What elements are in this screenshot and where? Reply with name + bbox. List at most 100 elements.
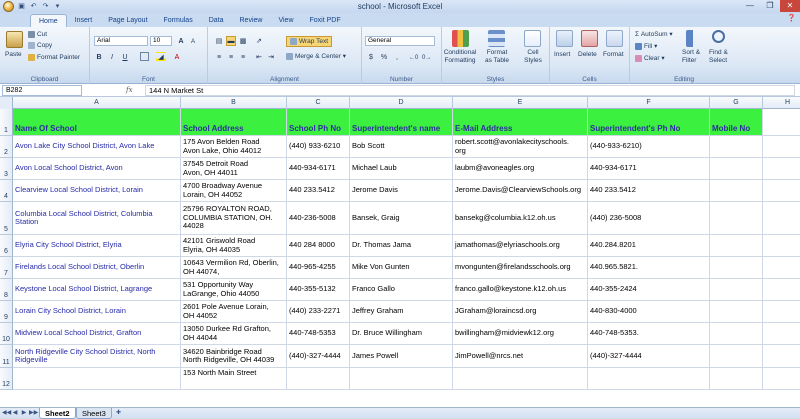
cell-d[interactable]: Bansek, Graig (350, 202, 453, 235)
cell-d[interactable] (350, 368, 453, 390)
fx-icon[interactable]: fx (90, 85, 140, 96)
column-header-f[interactable]: F (588, 97, 710, 109)
cell-a[interactable]: Columbia Local School District, Columbia… (13, 202, 181, 235)
header-cell-f[interactable]: Superintendent's Ph No (588, 109, 710, 136)
minimize-icon[interactable]: — (740, 0, 760, 12)
cell-f[interactable]: (440)-327-4444 (588, 345, 710, 368)
row-header[interactable]: 1 (0, 109, 13, 136)
row-header[interactable]: 11 (0, 345, 13, 368)
align-middle-icon[interactable]: ▬ (226, 36, 236, 46)
cell-e[interactable]: franco.gallo@keystone.k12.oh.us (453, 279, 588, 301)
orientation-icon[interactable]: ⇗ (254, 36, 264, 46)
cell-g[interactable] (710, 301, 763, 323)
cell-e[interactable]: laubm@avoneagles.org (453, 158, 588, 180)
cell-a[interactable]: Elyria City School District, Elyria (13, 235, 181, 257)
cell-g[interactable] (710, 368, 763, 390)
header-cell-g[interactable]: Mobile No (710, 109, 763, 136)
cell-g[interactable] (710, 202, 763, 235)
format-cells-icon[interactable] (606, 30, 623, 47)
conditional-formatting-button[interactable]: Conditional Formatting (443, 49, 477, 65)
column-header-d[interactable]: D (350, 97, 453, 109)
row-header[interactable]: 3 (0, 158, 13, 180)
increase-decimal-icon[interactable]: ←0 (408, 52, 418, 62)
tab-view[interactable]: View (270, 14, 301, 27)
comma-button[interactable]: , (392, 52, 402, 62)
cell-b[interactable]: 13050 Durkee Rd Grafton, OH 44044 (181, 323, 287, 345)
cell-styles-button[interactable]: Cell Styles (518, 49, 548, 65)
cell-d[interactable]: Mike Von Gunten (350, 257, 453, 279)
cell-e[interactable]: bansekg@columbia.k12.oh.us (453, 202, 588, 235)
cell-e[interactable]: mvongunten@firelandsschools.org (453, 257, 588, 279)
row-header[interactable]: 10 (0, 323, 13, 345)
row-header[interactable]: 12 (0, 368, 13, 390)
cell-b[interactable]: 175 Avon Belden Road Avon Lake, Ohio 440… (181, 136, 287, 158)
cut-button[interactable]: Cut (28, 31, 47, 39)
first-sheet-icon[interactable]: ◀◀ (2, 409, 11, 418)
cell-c[interactable]: 440-965-4255 (287, 257, 350, 279)
bold-button[interactable]: B (94, 52, 104, 62)
row-header[interactable]: 8 (0, 279, 13, 301)
increase-indent-icon[interactable]: ⇥ (266, 52, 276, 62)
cell-c[interactable]: (440) 233-2271 (287, 301, 350, 323)
cell-d[interactable]: James Powell (350, 345, 453, 368)
cell-h[interactable] (763, 301, 800, 323)
cell-g[interactable] (710, 323, 763, 345)
cell-e[interactable]: JimPowell@nrcs.net (453, 345, 588, 368)
align-bottom-icon[interactable]: ▩ (238, 36, 248, 46)
format-cells-button[interactable]: Format (603, 51, 624, 59)
header-cell-a[interactable]: Name Of School (13, 109, 181, 136)
currency-button[interactable]: $ (366, 52, 376, 62)
find-select-icon[interactable] (712, 30, 725, 43)
cell-a[interactable]: Lorain City School District, Lorain (13, 301, 181, 323)
last-sheet-icon[interactable]: ▶▶ (29, 409, 38, 418)
cell-c[interactable]: 440-934-6171 (287, 158, 350, 180)
fill-button[interactable]: Fill ▾ (635, 43, 657, 51)
align-top-icon[interactable]: ▤ (214, 36, 224, 46)
cell-f[interactable]: 440.965.5821. (588, 257, 710, 279)
header-cell-e[interactable]: E-Mail Address (453, 109, 588, 136)
cell-f[interactable]: 440-934-6171 (588, 158, 710, 180)
cell-a[interactable]: Avon Lake City School District, Avon Lak… (13, 136, 181, 158)
cell-f[interactable]: 440.284.8201 (588, 235, 710, 257)
font-color-icon[interactable]: A (172, 52, 182, 62)
find-select-button[interactable]: Find & Select (709, 49, 728, 65)
underline-button[interactable]: U (120, 52, 130, 62)
format-as-table-icon[interactable] (488, 30, 505, 47)
autosum-button[interactable]: Σ AutoSum ▾ (635, 31, 673, 39)
tab-home[interactable]: Home (30, 14, 67, 27)
cell-c[interactable]: 440-236-5008 (287, 202, 350, 235)
cell-h[interactable] (763, 279, 800, 301)
cell-h[interactable] (763, 180, 800, 202)
sheet-tab-sheet2[interactable]: Sheet2 (39, 408, 76, 419)
column-header-c[interactable]: C (287, 97, 350, 109)
cell-f[interactable] (588, 368, 710, 390)
cell-g[interactable] (710, 257, 763, 279)
align-left-icon[interactable]: ≡ (214, 52, 224, 62)
cell-d[interactable]: Franco Gallo (350, 279, 453, 301)
restore-icon[interactable]: ❐ (760, 0, 780, 12)
cell-g[interactable] (710, 279, 763, 301)
number-format-select[interactable]: General (365, 36, 435, 46)
column-header-a[interactable]: A (13, 97, 181, 109)
cell-d[interactable]: Michael Laub (350, 158, 453, 180)
cell-c[interactable]: 440-355-5132 (287, 279, 350, 301)
cell-b[interactable]: 531 Opportunity Way LaGrange, Ohio 44050 (181, 279, 287, 301)
name-box[interactable]: B282 (2, 85, 82, 96)
sort-filter-icon[interactable] (686, 30, 703, 47)
align-right-icon[interactable]: ≡ (238, 52, 248, 62)
tab-formulas[interactable]: Formulas (156, 14, 201, 27)
header-cell-h[interactable] (763, 109, 800, 136)
paste-icon[interactable] (6, 31, 23, 48)
borders-icon[interactable] (140, 52, 149, 61)
cell-b[interactable]: 25796 ROYALTON ROAD, COLUMBIA STATION, O… (181, 202, 287, 235)
cell-d[interactable]: Dr. Bruce Willingham (350, 323, 453, 345)
cell-h[interactable] (763, 345, 800, 368)
select-all-corner[interactable] (0, 97, 13, 109)
cell-c[interactable] (287, 368, 350, 390)
sort-filter-button[interactable]: Sort & Filter (682, 49, 700, 65)
column-header-e[interactable]: E (453, 97, 588, 109)
cell-h[interactable] (763, 323, 800, 345)
cell-h[interactable] (763, 202, 800, 235)
format-as-table-button[interactable]: Format as Table (480, 49, 514, 65)
header-cell-c[interactable]: School Ph No (287, 109, 350, 136)
